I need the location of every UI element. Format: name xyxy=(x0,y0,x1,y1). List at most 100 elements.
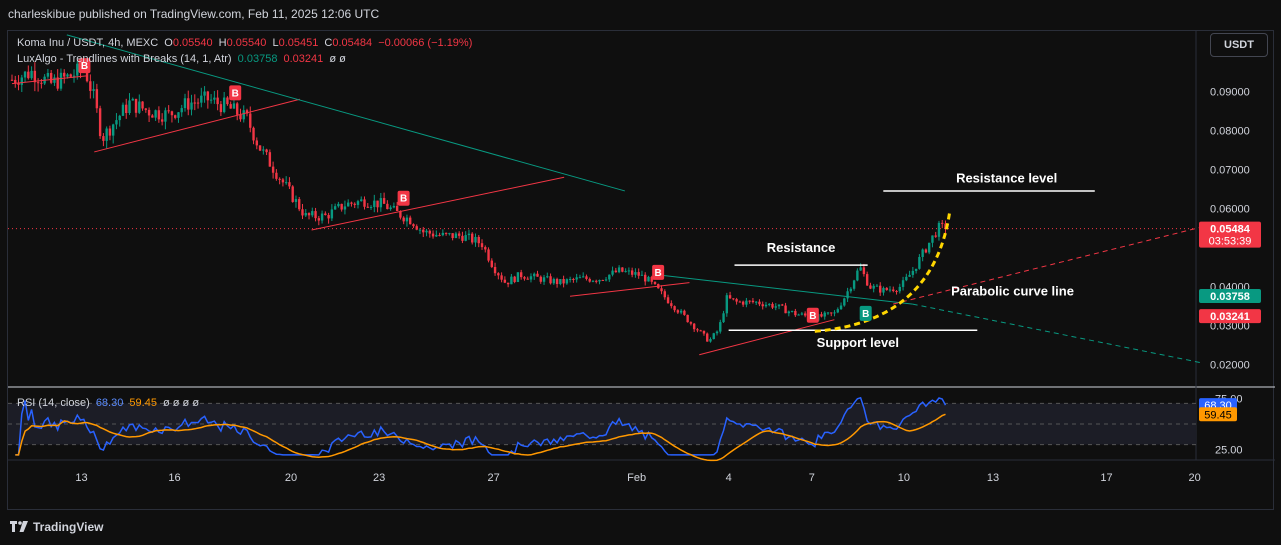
candle-body xyxy=(676,310,680,313)
candle-body xyxy=(226,97,229,105)
candle-body xyxy=(784,305,787,314)
candle-body xyxy=(258,145,262,151)
indicator-nulls: ø ø xyxy=(329,53,346,65)
candle-body xyxy=(190,102,193,110)
candle-body xyxy=(800,313,804,315)
candle-body xyxy=(474,236,477,243)
candle-body xyxy=(464,235,467,241)
x-tick-label: 13 xyxy=(75,472,87,484)
candle-body xyxy=(872,285,875,289)
candle-body xyxy=(624,271,627,273)
candle-body xyxy=(262,149,265,151)
signal-label-text: B xyxy=(655,268,662,279)
candle-body xyxy=(722,313,725,323)
candle-body xyxy=(27,71,30,79)
candle-body xyxy=(363,199,366,207)
candle-body xyxy=(516,272,520,282)
tradingview-logo[interactable]: TradingView xyxy=(10,520,103,534)
candle-body xyxy=(46,72,50,77)
candle-body xyxy=(679,310,683,313)
candle-body xyxy=(301,209,304,216)
published-info: charleskibue published on TradingView.co… xyxy=(8,7,380,21)
price-axis-label: 0.03241 xyxy=(1199,309,1261,324)
rsi-tick-label: 25.00 xyxy=(1215,445,1243,457)
publish-bar: charleskibue published on TradingView.co… xyxy=(0,0,1281,30)
candle-body xyxy=(497,273,500,276)
candle-body xyxy=(125,104,128,113)
candle-body xyxy=(307,213,311,216)
candle-body xyxy=(157,110,161,120)
candle-body xyxy=(389,207,392,210)
candle-body xyxy=(797,314,800,316)
currency-button[interactable]: USDT xyxy=(1210,33,1268,57)
candle-body xyxy=(660,288,663,292)
candle-body xyxy=(467,233,471,236)
candle-body xyxy=(89,81,92,91)
candle-body xyxy=(340,203,343,210)
candle-body xyxy=(66,74,69,77)
candle-body xyxy=(180,108,183,113)
candle-body xyxy=(493,266,497,274)
candles xyxy=(10,59,947,343)
candle-body xyxy=(852,280,856,289)
candle-body xyxy=(640,274,644,276)
candle-body xyxy=(768,303,771,305)
candle-body xyxy=(647,276,650,282)
candle-body xyxy=(76,63,79,76)
candle-body xyxy=(327,215,330,219)
rsi-value: 68.30 xyxy=(95,397,124,409)
candle-body xyxy=(898,286,902,292)
candle-body xyxy=(425,230,428,233)
candle-body xyxy=(565,279,569,284)
candle-body xyxy=(533,273,536,277)
candle-body xyxy=(921,249,924,257)
candle-body xyxy=(294,199,298,202)
candle-body xyxy=(369,206,373,208)
candle-body xyxy=(608,274,611,280)
candle-body xyxy=(536,273,539,277)
candle-body xyxy=(542,277,546,282)
candle-body xyxy=(914,268,918,271)
candle-body xyxy=(291,186,294,202)
signal-label-text: B xyxy=(862,309,869,320)
candle-body xyxy=(715,331,719,334)
candle-body xyxy=(856,270,859,281)
candle-body xyxy=(790,310,794,312)
price-chart[interactable]: Resistance level Resistance Parabolic curv… xyxy=(8,31,1275,511)
candle-body xyxy=(33,70,37,83)
candle-body xyxy=(879,285,882,293)
candle-body xyxy=(435,234,438,237)
candle-body xyxy=(924,249,928,253)
candle-body xyxy=(373,200,376,207)
candle-body xyxy=(320,213,324,221)
x-tick-label: 16 xyxy=(168,472,180,484)
x-tick-label: 27 xyxy=(488,472,500,484)
candle-body xyxy=(673,306,676,311)
candle-body xyxy=(333,206,337,210)
candle-body xyxy=(317,218,321,221)
candle-body xyxy=(438,234,441,236)
candle-body xyxy=(794,310,797,316)
high-value: 0.05540 xyxy=(226,37,267,49)
candle-body xyxy=(689,322,693,324)
candle-body xyxy=(748,300,751,302)
candle-body xyxy=(128,100,131,113)
candle-body xyxy=(480,243,484,248)
x-tick-label: 13 xyxy=(987,472,999,484)
candle-body xyxy=(754,301,758,303)
candle-body xyxy=(781,304,784,306)
candle-body xyxy=(617,267,621,273)
x-tick-label: 20 xyxy=(1189,472,1201,484)
chart-frame[interactable]: Resistance level Resistance Parabolic curv… xyxy=(7,30,1275,511)
candle-body xyxy=(395,205,399,212)
candle-body xyxy=(23,71,27,78)
candle-body xyxy=(118,115,121,121)
candle-body xyxy=(360,199,363,202)
price-axis-label: 0.03758 xyxy=(1199,288,1261,303)
candle-body xyxy=(728,295,732,299)
candle-body xyxy=(702,330,706,334)
candle-body xyxy=(712,333,715,340)
candle-body xyxy=(173,115,177,118)
candle-body xyxy=(562,278,565,284)
candle-body xyxy=(934,235,937,237)
